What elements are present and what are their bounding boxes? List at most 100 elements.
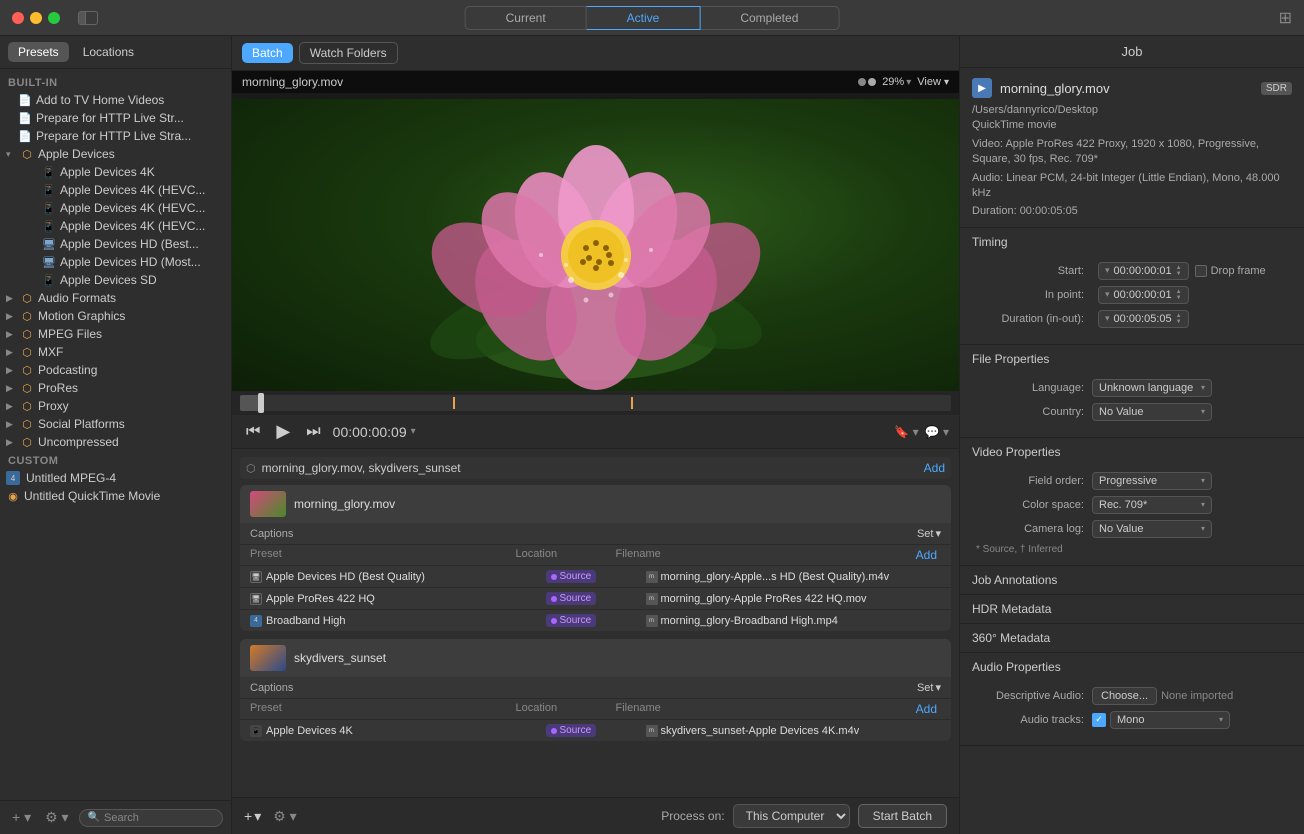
sidebar-item-http2[interactable]: 📄 Prepare for HTTP Live Stra... [0,127,231,145]
folder-icon: ⬡ [20,346,34,359]
set-captions-button[interactable]: Set ▾ [917,681,941,694]
sidebar-item-add-tv[interactable]: 📄 Add to TV Home Videos [0,91,231,109]
timecode-chevron-icon: ▾ [411,426,416,437]
sidebar-item-sd[interactable]: 📱 Apple Devices SD [0,271,231,289]
color-space-select[interactable]: Rec. 709* ▾ [1092,496,1212,514]
inpoint-timecode-input[interactable]: ▾ 00:00:00:01 ▲ ▼ [1098,286,1189,304]
watch-folders-button[interactable]: Watch Folders [299,42,398,64]
sidebar-item-hd-most[interactable]: 🖥 Apple Devices HD (Most... [0,253,231,271]
duration-timecode-input[interactable]: ▾ 00:00:05:05 ▲ ▼ [1098,310,1189,328]
tc-arrows: ▲ ▼ [1176,265,1182,277]
inpoint-label: In point: [972,289,1092,301]
preset-table-skydivers: Preset Location Filename Add 📱 Apple Dev… [240,699,951,741]
search-placeholder: Search [104,812,139,824]
audio-track-select[interactable]: Mono ▾ [1110,711,1230,729]
settings-button[interactable]: ⚙ ▾ [41,807,72,828]
preset-name: 🖥 Apple Devices HD (Best Quality) [250,571,546,583]
file-card-header: skydivers_sunset [240,639,951,677]
job-annotations-header[interactable]: Job Annotations [960,566,1304,594]
sidebar-toggle-button[interactable] [78,11,98,25]
play-button[interactable]: ▶ [272,419,294,444]
sidebar-item-4k-hevc3[interactable]: 📱 Apple Devices 4K (HEVC... [0,217,231,235]
scrubber-track[interactable] [240,395,951,411]
sidebar-item-uncompressed[interactable]: ▶ ⬡ Uncompressed [0,433,231,451]
choose-button[interactable]: Choose... [1092,687,1157,705]
zoom-control[interactable]: 29% ▾ [882,76,911,88]
camera-log-select[interactable]: No Value ▾ [1092,520,1212,538]
maximize-button[interactable] [48,12,60,24]
sidebar-item-apple-devices[interactable]: ▾ ⬡ Apple Devices [0,145,231,163]
batch-button[interactable]: Batch [242,43,293,63]
sidebar-item-untitled-qt[interactable]: ◉ Untitled QuickTime Movie [0,487,231,505]
document-icon: 📱 [42,184,56,197]
sidebar-item-untitled-mpeg4[interactable]: 4 Untitled MPEG-4 [0,469,231,487]
job-title: morning_glory.mov, skydivers_sunset [262,461,461,475]
sidebar-item-podcasting[interactable]: ▶ ⬡ Podcasting [0,361,231,379]
sidebar-item-4k-hevc2[interactable]: 📱 Apple Devices 4K (HEVC... [0,199,231,217]
tab-current[interactable]: Current [465,6,587,30]
add-preset-row-button[interactable]: Add [916,548,937,562]
sidebar-item-proxy[interactable]: ▶ ⬡ Proxy [0,397,231,415]
audio-tracks-row: Audio tracks: ✓ Mono ▾ [972,711,1292,729]
tab-completed[interactable]: Completed [700,6,839,30]
add-job-button[interactable]: + ▾ [244,808,261,825]
audio-track-checkbox[interactable]: ✓ [1092,713,1106,727]
comment-icon[interactable]: 💬 ▾ [925,425,949,439]
audio-properties-header[interactable]: Audio Properties [960,653,1304,681]
add-preset-button[interactable]: + ▾ [8,807,35,828]
scrubber-thumb[interactable] [258,393,264,413]
video-properties-header[interactable]: Video Properties [960,438,1304,466]
chevron-down-icon: ▾ [6,149,16,160]
hdr-metadata-section: HDR Metadata [960,595,1304,624]
drop-frame-checkbox[interactable]: Drop frame [1195,265,1266,277]
view-button[interactable]: View ▾ [917,76,949,88]
file-card-morning-glory: morning_glory.mov Captions Set ▾ Preset … [240,485,951,631]
process-on-label: Process on: [661,809,724,823]
minimize-button[interactable] [30,12,42,24]
custom-section-label: CUSTOM [0,451,231,469]
preview-header: morning_glory.mov 29% ▾ View ▾ [232,71,959,93]
computer-select[interactable]: This Computer [733,804,850,828]
timing-header[interactable]: Timing [960,228,1304,256]
sidebar-item-audio-formats[interactable]: ▶ ⬡ Audio Formats [0,289,231,307]
sidebar-item-hd-best[interactable]: 🖥 Apple Devices HD (Best... [0,235,231,253]
sidebar-tab-locations[interactable]: Locations [73,42,144,62]
sidebar-item-mxf[interactable]: ▶ ⬡ MXF [0,343,231,361]
sidebar-item-motion-graphics[interactable]: ▶ ⬡ Motion Graphics [0,307,231,325]
sidebar-item-prores[interactable]: ▶ ⬡ ProRes [0,379,231,397]
add-preset-row-button[interactable]: Add [916,702,937,716]
tab-active[interactable]: Active [587,6,701,30]
sidebar-item-http1[interactable]: 📄 Prepare for HTTP Live Str... [0,109,231,127]
preset-table-morning-glory: Preset Location Filename Add 🖥 Apple Dev… [240,545,951,631]
start-batch-button[interactable]: Start Batch [858,804,947,828]
audio-properties-content: Descriptive Audio: Choose... None import… [960,681,1304,745]
go-to-end-button[interactable]: ⏭ [302,421,324,443]
go-to-start-button[interactable]: ⏮ [242,421,264,443]
start-label: Start: [972,265,1092,277]
preset-icon: 4 [250,615,262,627]
sidebar-tab-presets[interactable]: Presets [8,42,69,62]
grid-icon[interactable]: ⊞ [1279,10,1292,27]
titlebar-right: ⊞ [1279,8,1292,28]
set-captions-button[interactable]: Set ▾ [917,527,941,540]
sidebar-item-mpeg-files[interactable]: ▶ ⬡ MPEG Files [0,325,231,343]
timecode-display[interactable]: 00:00:00:09 ▾ [333,424,416,440]
360-metadata-header[interactable]: 360° Metadata [960,624,1304,652]
bookmark-icon[interactable]: 🔖 ▾ [894,425,918,439]
add-job-button[interactable]: Add [924,461,945,475]
field-order-select[interactable]: Progressive ▾ [1092,472,1212,490]
camera-log-row: Camera log: No Value ▾ [972,520,1292,538]
search-bar[interactable]: 🔍 Search [79,809,223,827]
sidebar-item-4k-hevc1[interactable]: 📱 Apple Devices 4K (HEVC... [0,181,231,199]
language-select[interactable]: Unknown language ▾ [1092,379,1212,397]
country-select[interactable]: No Value ▾ [1092,403,1212,421]
start-timecode-input[interactable]: ▾ 00:00:00:01 ▲ ▼ [1098,262,1189,280]
preset-location: Source [546,614,646,627]
sidebar-item-4k[interactable]: 📱 Apple Devices 4K [0,163,231,181]
close-button[interactable] [12,12,24,24]
file-properties-header[interactable]: File Properties [960,345,1304,373]
hdr-metadata-header[interactable]: HDR Metadata [960,595,1304,623]
sidebar-item-social-platforms[interactable]: ▶ ⬡ Social Platforms [0,415,231,433]
settings-gear-button[interactable]: ⚙ ▾ [269,806,300,827]
flower-preview [232,99,959,391]
